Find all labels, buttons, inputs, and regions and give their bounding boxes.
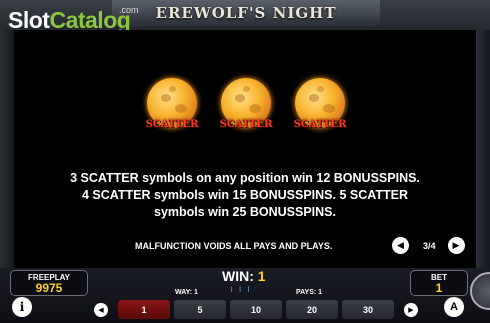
bet-box: BET 1: [410, 270, 468, 296]
left-frame: [0, 30, 14, 268]
scatter-label: SCATTER: [145, 119, 199, 130]
scatter-symbol: SCATTER: [289, 78, 351, 136]
freeplay-value: 9975: [35, 281, 63, 295]
bet-increase-icon[interactable]: ▶: [404, 302, 418, 317]
bet-option-10[interactable]: 10: [230, 300, 282, 319]
reel-indicator-icon: ╵╵╵: [229, 287, 255, 297]
description-line-3: symbols win 25 BONUSSPINS.: [154, 205, 336, 219]
autoplay-button[interactable]: A: [444, 297, 464, 317]
game-title: EREWOLF'S NIGHT: [112, 0, 380, 26]
bet-value: 1: [435, 281, 443, 295]
win-display: WIN: 1: [222, 268, 266, 284]
logo-suffix: .com: [119, 5, 139, 15]
scatter-label: SCATTER: [219, 119, 273, 130]
scatter-label: SCATTER: [293, 119, 347, 130]
freeplay-box: FREEPLAY 9975: [10, 270, 88, 296]
bet-option-20[interactable]: 20: [286, 300, 338, 319]
bet-option-5[interactable]: 5: [174, 300, 226, 319]
bet-selector: ◀ 1 5 10 20 30 ▶: [94, 300, 418, 319]
watermark-logo: SlotCatalog: [8, 9, 131, 32]
scatter-symbols: SCATTER SCATTER SCATTER: [141, 78, 351, 136]
paytable-pager: ◀ 3/4 ▶: [392, 237, 465, 254]
way-count: WAY: 1: [175, 289, 198, 296]
chevron-left-icon[interactable]: ◀: [392, 237, 409, 254]
bet-option-1[interactable]: 1: [118, 300, 170, 319]
scatter-symbol: SCATTER: [215, 78, 277, 136]
scatter-description: 3 SCATTER symbols on any position win 12…: [30, 170, 460, 221]
bet-option-30[interactable]: 30: [342, 300, 394, 319]
scatter-symbol: SCATTER: [141, 78, 203, 136]
description-line-2: 4 SCATTER symbols win 15 BONUSSPINS. 5 S…: [82, 188, 408, 202]
right-frame: [476, 30, 490, 268]
malfunction-notice: MALFUNCTION VOIDS ALL PAYS AND PLAYS.: [135, 241, 333, 251]
bet-decrease-icon[interactable]: ◀: [94, 302, 108, 317]
page-indicator: 3/4: [423, 240, 436, 251]
win-label: WIN:: [222, 268, 254, 284]
chevron-right-icon[interactable]: ▶: [447, 237, 465, 254]
info-button[interactable]: i: [12, 297, 32, 317]
win-value: 1: [257, 268, 266, 284]
description-line-1: 3 SCATTER symbols on any position win 12…: [70, 171, 420, 185]
paytable-panel: [14, 30, 476, 268]
pays-count: PAYS: 1: [296, 289, 323, 296]
